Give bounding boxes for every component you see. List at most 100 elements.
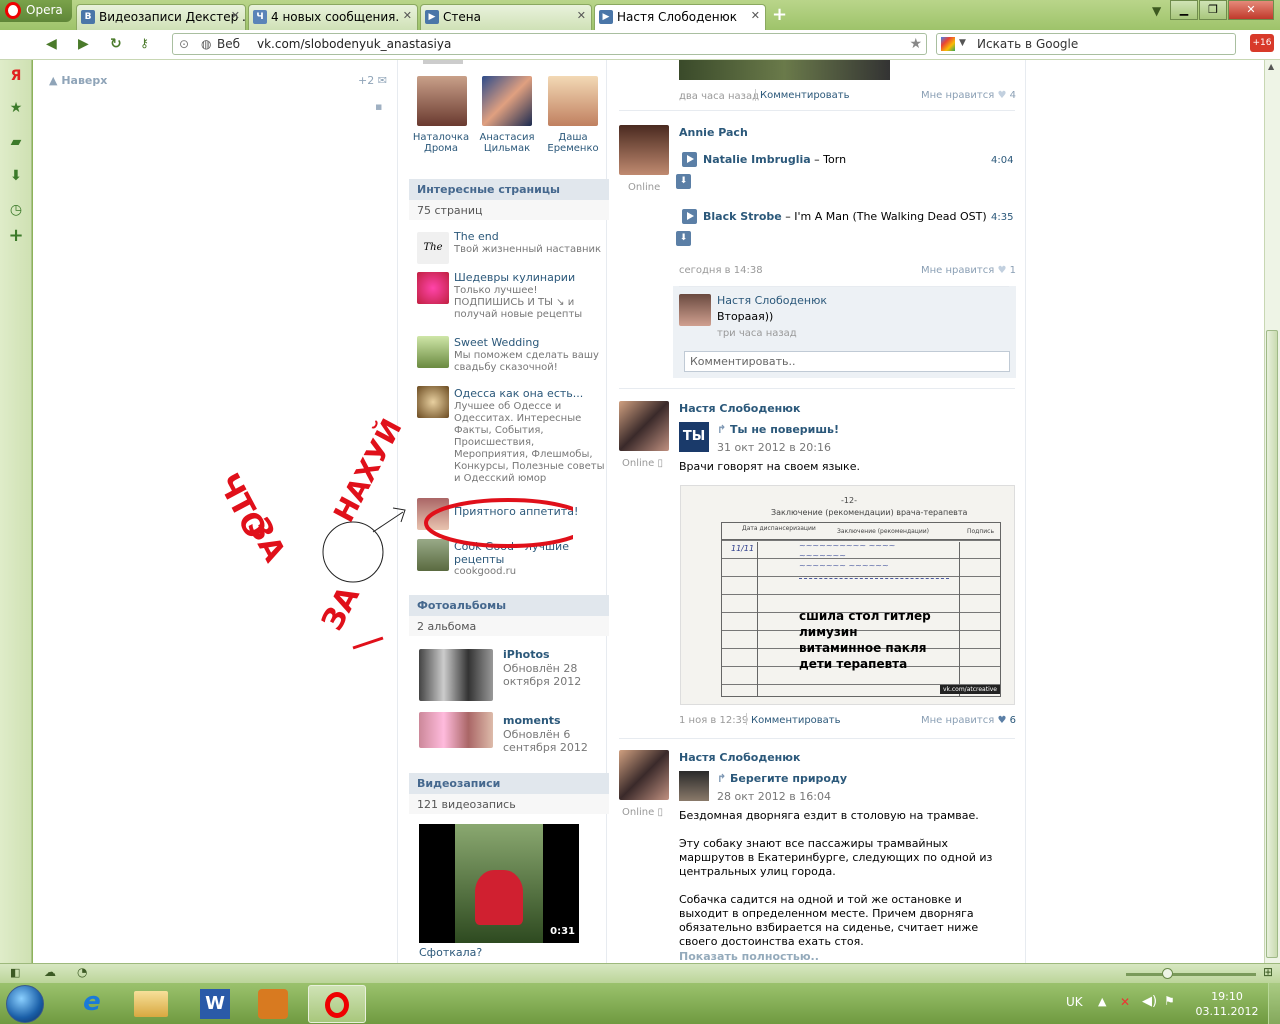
back-icon[interactable]: ◀ bbox=[46, 36, 57, 52]
download-icon[interactable]: ⬇ bbox=[676, 231, 691, 246]
forward-icon[interactable]: ▶ bbox=[78, 36, 89, 52]
friend-avatar[interactable] bbox=[482, 76, 532, 126]
explorer-folder-icon[interactable] bbox=[134, 991, 168, 1017]
friend-avatar[interactable] bbox=[548, 76, 598, 126]
chat-icon[interactable]: ▪ bbox=[375, 100, 382, 113]
page-name[interactable]: Одесса как она есть... bbox=[454, 387, 583, 400]
opera-menu-button[interactable]: Opera bbox=[0, 0, 72, 22]
new-tab-icon[interactable]: + bbox=[772, 4, 787, 25]
album-cover[interactable] bbox=[419, 712, 493, 748]
friend-name[interactable]: Даша Еременко bbox=[541, 132, 605, 154]
history-clock-icon[interactable]: ◷ bbox=[8, 202, 24, 218]
like-button[interactable]: Мне нравится ♥ 6 bbox=[921, 715, 1016, 726]
like-button[interactable]: Мне нравится ♥ 4 bbox=[921, 90, 1016, 101]
notification-badge[interactable]: +16 bbox=[1250, 34, 1274, 52]
comment-time[interactable]: три часа назад bbox=[717, 328, 797, 339]
video-thumbnail[interactable]: 0:31 bbox=[419, 824, 579, 943]
play-icon[interactable] bbox=[682, 209, 697, 224]
post-image[interactable] bbox=[679, 60, 890, 80]
post-time[interactable]: 1 ноя в 12:39 bbox=[679, 715, 748, 726]
system-clock[interactable]: 19:10 03.11.2012 bbox=[1190, 989, 1264, 1019]
videos-count[interactable]: 121 видеозапись bbox=[409, 794, 609, 814]
section-header-pages[interactable]: Интересные страницы bbox=[409, 179, 609, 200]
page-name[interactable]: Шедевры кулинарии bbox=[454, 271, 575, 284]
word-icon[interactable]: W bbox=[200, 989, 230, 1019]
repost-source-avatar[interactable]: ТЫ bbox=[679, 422, 709, 452]
friend-avatar[interactable] bbox=[417, 76, 467, 126]
page-avatar-cupcake[interactable] bbox=[417, 272, 449, 304]
post-time[interactable]: сегодня в 14:38 bbox=[679, 265, 763, 276]
comment-link[interactable]: Комментировать bbox=[751, 715, 841, 726]
author-avatar[interactable] bbox=[619, 401, 669, 451]
repost-source[interactable]: ↱ Ты не поверишь! bbox=[717, 423, 839, 436]
minimize-icon[interactable]: ▁ bbox=[1170, 0, 1198, 20]
zoom-icon[interactable]: ⊞ bbox=[1263, 965, 1273, 979]
close-tab-icon[interactable]: ✕ bbox=[751, 9, 760, 22]
repost-date[interactable]: 31 окт 2012 в 20:16 bbox=[717, 441, 831, 454]
search-field[interactable]: ▼ Искать в Google bbox=[936, 33, 1236, 55]
maximize-icon[interactable]: ❐ bbox=[1199, 0, 1227, 20]
post-image-document[interactable]: -12- Заключение (рекомендации) врача-тер… bbox=[680, 485, 1015, 705]
zoom-slider-handle[interactable] bbox=[1162, 968, 1173, 979]
repost-date[interactable]: 28 окт 2012 в 16:04 bbox=[717, 790, 831, 803]
download-icon[interactable]: ⬇ bbox=[676, 174, 691, 189]
close-tab-icon[interactable]: ✕ bbox=[231, 9, 240, 22]
page-avatar-the-end[interactable]: The end bbox=[417, 232, 449, 285]
key-icon[interactable]: ⚷ bbox=[140, 36, 149, 50]
panel-toggle-icon[interactable]: ◧ bbox=[10, 966, 20, 979]
comment-link[interactable]: Комментировать bbox=[760, 90, 850, 101]
commenter-avatar[interactable] bbox=[679, 294, 711, 326]
start-button[interactable] bbox=[6, 985, 44, 1023]
audio-track[interactable]: Natalie Imbruglia – Torn bbox=[703, 153, 846, 166]
speed-dial-icon[interactable]: ◔ bbox=[77, 965, 87, 979]
post-author[interactable]: Annie Pach bbox=[679, 126, 748, 139]
video-title[interactable]: Сфоткала? bbox=[419, 946, 482, 959]
back-to-top-link[interactable]: ▲ Наверх bbox=[49, 74, 107, 87]
tab-videos[interactable]: В Видеозаписи Декстер ... ✕ bbox=[76, 4, 246, 30]
audio-track[interactable]: Black Strobe – I'm A Man (The Walking De… bbox=[703, 210, 987, 223]
comment-author[interactable]: Настя Слободенюк bbox=[717, 294, 827, 307]
page-avatar-odessa[interactable] bbox=[417, 386, 449, 418]
show-desktop-button[interactable] bbox=[1268, 983, 1280, 1024]
repost-source-avatar[interactable] bbox=[679, 771, 709, 801]
author-avatar[interactable] bbox=[619, 750, 669, 800]
tab-wall[interactable]: ▶ Стена ✕ bbox=[420, 4, 592, 30]
address-bar[interactable]: ⊙ ◍ Веб vk.com/slobodenyuk_anastasiya ★ bbox=[172, 33, 927, 55]
notes-icon[interactable]: ▰ bbox=[8, 134, 24, 150]
notification-counter[interactable]: +2 ✉ bbox=[358, 74, 387, 87]
section-header-videos[interactable]: Видеозаписи bbox=[409, 773, 609, 794]
zoom-slider[interactable] bbox=[1126, 973, 1256, 976]
tab-profile[interactable]: ▶ Настя Слободенюк ✕ bbox=[594, 4, 766, 30]
close-tab-icon[interactable]: ✕ bbox=[577, 9, 586, 22]
tab-menu-icon[interactable]: ▼ bbox=[1152, 4, 1161, 18]
opera-taskbar-button[interactable] bbox=[308, 985, 366, 1023]
bookmark-star-icon[interactable]: ★ bbox=[909, 36, 922, 52]
repost-source[interactable]: ↱ Берегите природу bbox=[717, 772, 847, 785]
flag-icon[interactable]: ⚑ bbox=[1164, 994, 1175, 1008]
close-window-icon[interactable]: ✕ bbox=[1228, 0, 1274, 20]
media-player-icon[interactable] bbox=[258, 989, 288, 1019]
scrollbar-thumb[interactable] bbox=[1266, 330, 1278, 958]
bookmarks-star-icon[interactable]: ★ bbox=[8, 100, 24, 116]
page-name[interactable]: Sweet Wedding bbox=[454, 336, 539, 349]
scroll-up-icon[interactable]: ▲ bbox=[1268, 62, 1274, 71]
friend-name[interactable]: Наталочка Дрома bbox=[409, 132, 473, 154]
close-tab-icon[interactable]: ✕ bbox=[403, 9, 412, 22]
reload-icon[interactable]: ↻ bbox=[110, 36, 122, 52]
yandex-icon[interactable]: Я bbox=[8, 68, 24, 84]
post-author[interactable]: Настя Слободенюк bbox=[679, 402, 800, 415]
chevron-down-icon[interactable]: ▼ bbox=[959, 38, 966, 48]
album-cover[interactable] bbox=[419, 649, 493, 701]
add-panel-icon[interactable]: + bbox=[8, 227, 24, 245]
close-icon[interactable]: ✉ bbox=[378, 74, 387, 87]
downloads-icon[interactable]: ⬇ bbox=[8, 168, 24, 184]
album-name[interactable]: moments bbox=[503, 714, 561, 727]
author-avatar[interactable] bbox=[619, 125, 669, 175]
turbo-cloud-icon[interactable]: ☁ bbox=[44, 965, 56, 979]
post-time[interactable]: два часа назад bbox=[679, 91, 759, 102]
pages-count[interactable]: 75 страниц bbox=[409, 200, 609, 220]
like-button[interactable]: Мне нравится ♥ 1 bbox=[921, 265, 1016, 276]
volume-icon[interactable]: ◀) bbox=[1142, 994, 1157, 1009]
tray-arrow-icon[interactable]: ▲ bbox=[1098, 995, 1106, 1008]
comment-input[interactable]: Комментировать.. bbox=[684, 351, 1010, 372]
